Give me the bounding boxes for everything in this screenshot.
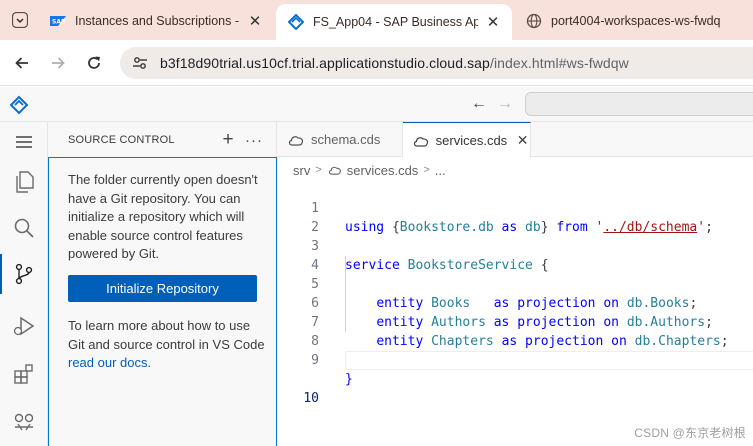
close-editor-icon[interactable]: ✕	[515, 132, 530, 149]
tab-search-dropdown-icon[interactable]	[9, 9, 31, 31]
ide-title-bar: ← →	[0, 87, 753, 122]
url-host: b3f18d90trial.us10cf.trial.applicationst…	[160, 55, 490, 71]
code-line: 2	[277, 199, 753, 235]
ide-forward-arrow-icon[interactable]: →	[494, 93, 516, 115]
reload-icon[interactable]	[83, 52, 105, 74]
initialize-repository-button[interactable]: Initialize Repository	[68, 275, 257, 302]
browser-tab-strip: SAP Instances and Subscriptions - tr ✕ F…	[0, 0, 753, 40]
editor-tab-schema[interactable]: schema.cds	[277, 122, 403, 157]
editor-tab-label: schema.cds	[311, 132, 381, 147]
back-arrow-icon[interactable]	[11, 52, 33, 74]
line-number: 10	[303, 391, 319, 406]
browser-toolbar: b3f18d90trial.us10cf.trial.applicationst…	[0, 40, 753, 86]
command-center-search[interactable]	[525, 92, 753, 116]
source-control-sidebar: SOURCE CONTROL + ··· The folder currentl…	[48, 122, 277, 446]
code-line: 4	[277, 237, 753, 273]
add-icon[interactable]: +	[218, 129, 238, 150]
code-line: 3 service BookstoreService {	[277, 218, 753, 273]
search-icon[interactable]	[0, 208, 48, 248]
globe-icon	[526, 13, 542, 29]
ide-back-arrow-icon[interactable]: ←	[468, 93, 490, 115]
current-line-highlight	[345, 351, 753, 370]
code-editor[interactable]: 1 using {Bookstore.db as db} from '../db…	[277, 180, 753, 406]
browser-tab-instances[interactable]: SAP Instances and Subscriptions - tr ✕	[38, 6, 274, 36]
extensions-icon[interactable]	[0, 354, 48, 394]
code-line: 9 }	[277, 332, 753, 387]
close-tab-icon[interactable]: ✕	[246, 12, 264, 30]
site-info-icon[interactable]	[130, 53, 150, 73]
code-line: 1 using {Bookstore.db as db} from '../db…	[277, 180, 753, 235]
url-path: /index.html#ws-fwdqw	[489, 55, 629, 71]
sap-icon: SAP	[50, 13, 66, 29]
bas-logo-icon	[9, 95, 29, 115]
source-control-icon[interactable]	[0, 254, 48, 294]
url-text: b3f18d90trial.us10cf.trial.applicationst…	[160, 55, 629, 71]
tab-title: FS_App04 - SAP Business Appli	[313, 15, 478, 29]
learn-more-message: To learn more about how to use Git and s…	[68, 317, 268, 373]
run-debug-icon[interactable]	[0, 306, 48, 346]
forward-arrow-icon[interactable]	[47, 52, 69, 74]
code-line: 8	[277, 313, 753, 349]
editor-area: schema.cds services.cds ✕ srv > services…	[277, 122, 753, 446]
code-line-current: 10	[277, 351, 753, 406]
no-repo-message: The folder currently open doesn't have a…	[68, 172, 258, 261]
editor-tab-label: services.cds	[435, 133, 508, 148]
browser-tab-port[interactable]: port4004-workspaces-ws-fwdq	[514, 6, 753, 36]
chevron-right-icon: >	[423, 164, 430, 176]
chevron-right-icon: >	[315, 164, 322, 176]
cds-file-icon	[287, 132, 305, 148]
explorer-icon[interactable]	[0, 162, 48, 202]
sap-tools-icon[interactable]	[0, 402, 48, 442]
cds-file-icon	[327, 163, 343, 177]
learn-more-text: To learn more about how to use Git and s…	[68, 318, 265, 352]
breadcrumb-file[interactable]: services.cds	[347, 163, 419, 178]
close-tab-icon[interactable]: ✕	[484, 13, 502, 31]
cds-file-icon	[413, 133, 430, 149]
sidebar-body: The folder currently open doesn't have a…	[48, 157, 277, 446]
code-line: 7 entity Chapters as projection on db.Ch…	[277, 294, 753, 349]
menu-icon[interactable]	[0, 122, 48, 162]
tab-title: port4004-workspaces-ws-fwdq	[551, 14, 721, 28]
editor-tab-services[interactable]: services.cds ✕	[403, 122, 531, 158]
sidebar-title: SOURCE CONTROL	[68, 133, 175, 146]
address-bar[interactable]: b3f18d90trial.us10cf.trial.applicationst…	[120, 47, 753, 79]
editor-tabs: schema.cds services.cds ✕	[277, 122, 753, 158]
code-line: 6 entity Authors as projection on db.Aut…	[277, 275, 753, 330]
browser-tab-fs-app[interactable]: FS_App04 - SAP Business Appli ✕	[276, 4, 512, 40]
more-actions-icon[interactable]: ···	[244, 130, 264, 150]
svg-text:SAP: SAP	[52, 19, 66, 26]
docs-link[interactable]: read our docs.	[68, 355, 151, 370]
breadcrumb-folder[interactable]: srv	[293, 163, 310, 178]
bas-icon	[288, 14, 304, 30]
activity-bar	[0, 122, 48, 446]
watermark-text: CSDN @东京老树根	[634, 426, 746, 440]
tab-title: Instances and Subscriptions - tr	[75, 14, 240, 28]
breadcrumb-more[interactable]: ...	[435, 163, 446, 178]
code-text: }	[345, 372, 353, 387]
breadcrumb: srv > services.cds > ...	[293, 161, 446, 179]
code-line: 5 entity Books as projection on db.Books…	[277, 256, 753, 311]
